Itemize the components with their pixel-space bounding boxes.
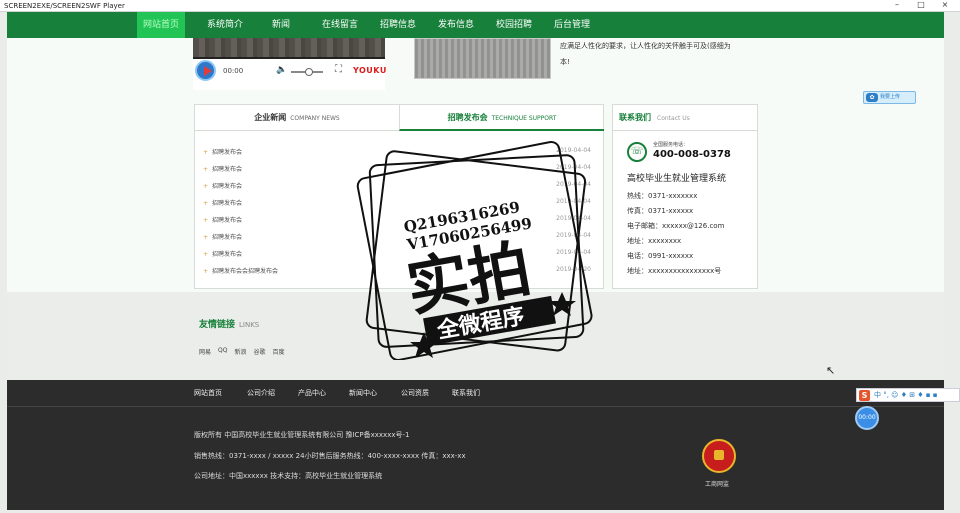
nav-campus[interactable]: 校园招聘 bbox=[489, 12, 539, 38]
contact-line: 电子邮箱：xxxxxx@126.com bbox=[627, 222, 725, 230]
fullscreen-icon[interactable]: ⛶ bbox=[335, 64, 342, 75]
hotline-label: 全国服务电话： bbox=[653, 142, 689, 148]
video-time: 00:00 bbox=[223, 67, 244, 75]
contact-title-label: 联系我们 bbox=[619, 113, 651, 122]
contact-line: 传真：0371-xxxxxx bbox=[627, 207, 694, 215]
nav-about[interactable]: 系统简介 bbox=[199, 12, 251, 38]
tab-recruit[interactable]: 招聘发布会 TECHNIQUE SUPPORT bbox=[399, 105, 604, 131]
recording-timer[interactable]: 00:00 bbox=[855, 406, 879, 430]
nav-admin[interactable]: 后台管理 bbox=[547, 12, 597, 38]
footer-sales: 销售热线：0371-xxxx / xxxxx 24小时售后服务热线：400-xx… bbox=[194, 452, 466, 460]
news-title[interactable]: 招聘发布会 bbox=[212, 166, 242, 173]
contact-line: 热线：0371-xxxxxxx bbox=[627, 192, 698, 200]
contact-title: 联系我们 Contact Us bbox=[613, 105, 757, 131]
volume-icon[interactable]: 🔈 bbox=[276, 65, 287, 75]
close-button[interactable]: × bbox=[938, 0, 952, 10]
about-line-1: 应满足人性化的要求，让人性化的关怀触手可及(感细为 bbox=[560, 42, 731, 50]
link-item[interactable]: 百度 bbox=[273, 347, 285, 356]
footer-divider bbox=[7, 406, 944, 407]
tab-company-news-label: 企业新闻 bbox=[254, 113, 287, 122]
link-item[interactable]: 谷歌 bbox=[253, 347, 265, 356]
ime-toolbar[interactable]: S 中 °, ☺ ♦ ⊞ ♦ ▪ ▪ bbox=[856, 388, 960, 402]
upload-button[interactable]: ✿ 我要上传 bbox=[863, 91, 916, 104]
tab-company-news[interactable]: 企业新闻 COMPANY NEWS bbox=[195, 105, 399, 131]
news-title[interactable]: 招聘发布会会招聘发布会 bbox=[212, 268, 278, 275]
gate-photo bbox=[414, 38, 551, 79]
video-progress[interactable] bbox=[193, 57, 385, 59]
phone-icon: ☏ bbox=[627, 142, 647, 162]
police-emblem-icon[interactable] bbox=[702, 439, 736, 473]
news-title[interactable]: 招聘发布会 bbox=[212, 234, 242, 241]
nav-news[interactable]: 新闻 bbox=[261, 12, 301, 38]
footer-nav-item[interactable]: 网站首页 bbox=[194, 388, 222, 398]
emblem-label: 工商网监 bbox=[705, 481, 730, 488]
system-name: 高校毕业生就业管理系统 bbox=[627, 174, 727, 184]
window-controls: – □ × bbox=[890, 0, 952, 10]
hotline-number: 400-008-0378 bbox=[653, 149, 731, 160]
share-icon: ✿ bbox=[866, 93, 878, 102]
video-player[interactable]: 00:00 🔈 ⛶ YOUKU bbox=[193, 38, 387, 90]
window-titlebar: SCREEN2EXE/SCREEN2SWF Player – □ × bbox=[0, 0, 960, 12]
footer-address: 公司地址：中国xxxxxx 技术支持：高校毕业生就业管理系统 bbox=[194, 472, 383, 480]
footer-copyright: 版权所有 中国高校毕业生就业管理系统有限公司 豫ICP备xxxxxx号-1 bbox=[194, 431, 410, 439]
contact-line: 地址：xxxxxxxxxxxxxxxx号 bbox=[627, 267, 722, 275]
contact-line: 电话：0991-xxxxxx bbox=[627, 252, 694, 260]
nav-jobs[interactable]: 招聘信息 bbox=[373, 12, 423, 38]
upload-label: 我要上传 bbox=[880, 94, 901, 100]
contact-line: 地址：xxxxxxxx bbox=[627, 237, 682, 245]
window-title: SCREEN2EXE/SCREEN2SWF Player bbox=[4, 2, 125, 10]
links-title-label: 友情链接 bbox=[199, 320, 236, 330]
watermark-stamp: Q2196316269 V17060256499 实拍 全微程序 bbox=[356, 140, 593, 360]
footer: 网站首页 公司介绍 产品中心 新闻中心 公司资质 联系我们 版权所有 中国高校毕… bbox=[7, 380, 944, 510]
nav-publish[interactable]: 发布信息 bbox=[431, 12, 481, 38]
nav-message[interactable]: 在线留言 bbox=[313, 12, 367, 38]
news-title[interactable]: 招聘发布会 bbox=[212, 251, 242, 258]
contact-title-en: Contact Us bbox=[657, 115, 690, 122]
play-icon[interactable] bbox=[195, 60, 216, 81]
sogou-logo-icon: S bbox=[859, 389, 870, 401]
about-line-2: 本! bbox=[560, 58, 570, 66]
contact-panel: 联系我们 Contact Us ☏ 全国服务电话： 400-008-0378 高校… bbox=[612, 104, 758, 289]
footer-nav-item[interactable]: 公司资质 bbox=[401, 388, 429, 398]
tab-company-news-en: COMPANY NEWS bbox=[290, 115, 340, 122]
news-title[interactable]: 招聘发布会 bbox=[212, 217, 242, 224]
footer-nav-item[interactable]: 公司介绍 bbox=[247, 388, 275, 398]
ime-status[interactable]: 中 °, ☺ ♦ ⊞ ♦ ▪ ▪ bbox=[874, 390, 938, 400]
video-frame bbox=[193, 38, 385, 57]
link-item[interactable]: 网易 bbox=[199, 347, 211, 356]
nav-home[interactable]: 网站首页 bbox=[137, 12, 185, 38]
main-nav: 网站首页 系统简介 新闻 在线留言 招聘信息 发布信息 校园招聘 后台管理 bbox=[7, 12, 944, 38]
tab-recruit-en: TECHNIQUE SUPPORT bbox=[491, 115, 557, 122]
volume-knob[interactable] bbox=[305, 68, 313, 76]
footer-nav-item[interactable]: 新闻中心 bbox=[349, 388, 377, 398]
tab-recruit-label: 招聘发布会 bbox=[447, 113, 488, 122]
news-title[interactable]: 招聘发布会 bbox=[212, 200, 242, 207]
footer-nav-item[interactable]: 联系我们 bbox=[452, 388, 480, 398]
link-item[interactable]: QQ bbox=[218, 347, 227, 356]
news-title[interactable]: 招聘发布会 bbox=[212, 183, 242, 190]
links-list: 网易 QQ 新浪 谷歌 百度 bbox=[199, 347, 285, 356]
link-item[interactable]: 新浪 bbox=[234, 347, 246, 356]
youku-logo: YOUKU bbox=[353, 66, 387, 75]
mouse-cursor-icon: ↖ bbox=[826, 364, 836, 377]
about-text: 应满足人性化的要求，让人性化的关怀触手可及(感细为 本! bbox=[560, 38, 760, 70]
links-title: 友情链接 LINKS bbox=[199, 317, 259, 330]
news-title[interactable]: 招聘发布会 bbox=[212, 149, 242, 156]
minimize-button[interactable]: – bbox=[890, 0, 904, 10]
links-title-en: LINKS bbox=[239, 321, 260, 329]
maximize-button[interactable]: □ bbox=[914, 0, 928, 10]
footer-nav-item[interactable]: 产品中心 bbox=[298, 388, 326, 398]
